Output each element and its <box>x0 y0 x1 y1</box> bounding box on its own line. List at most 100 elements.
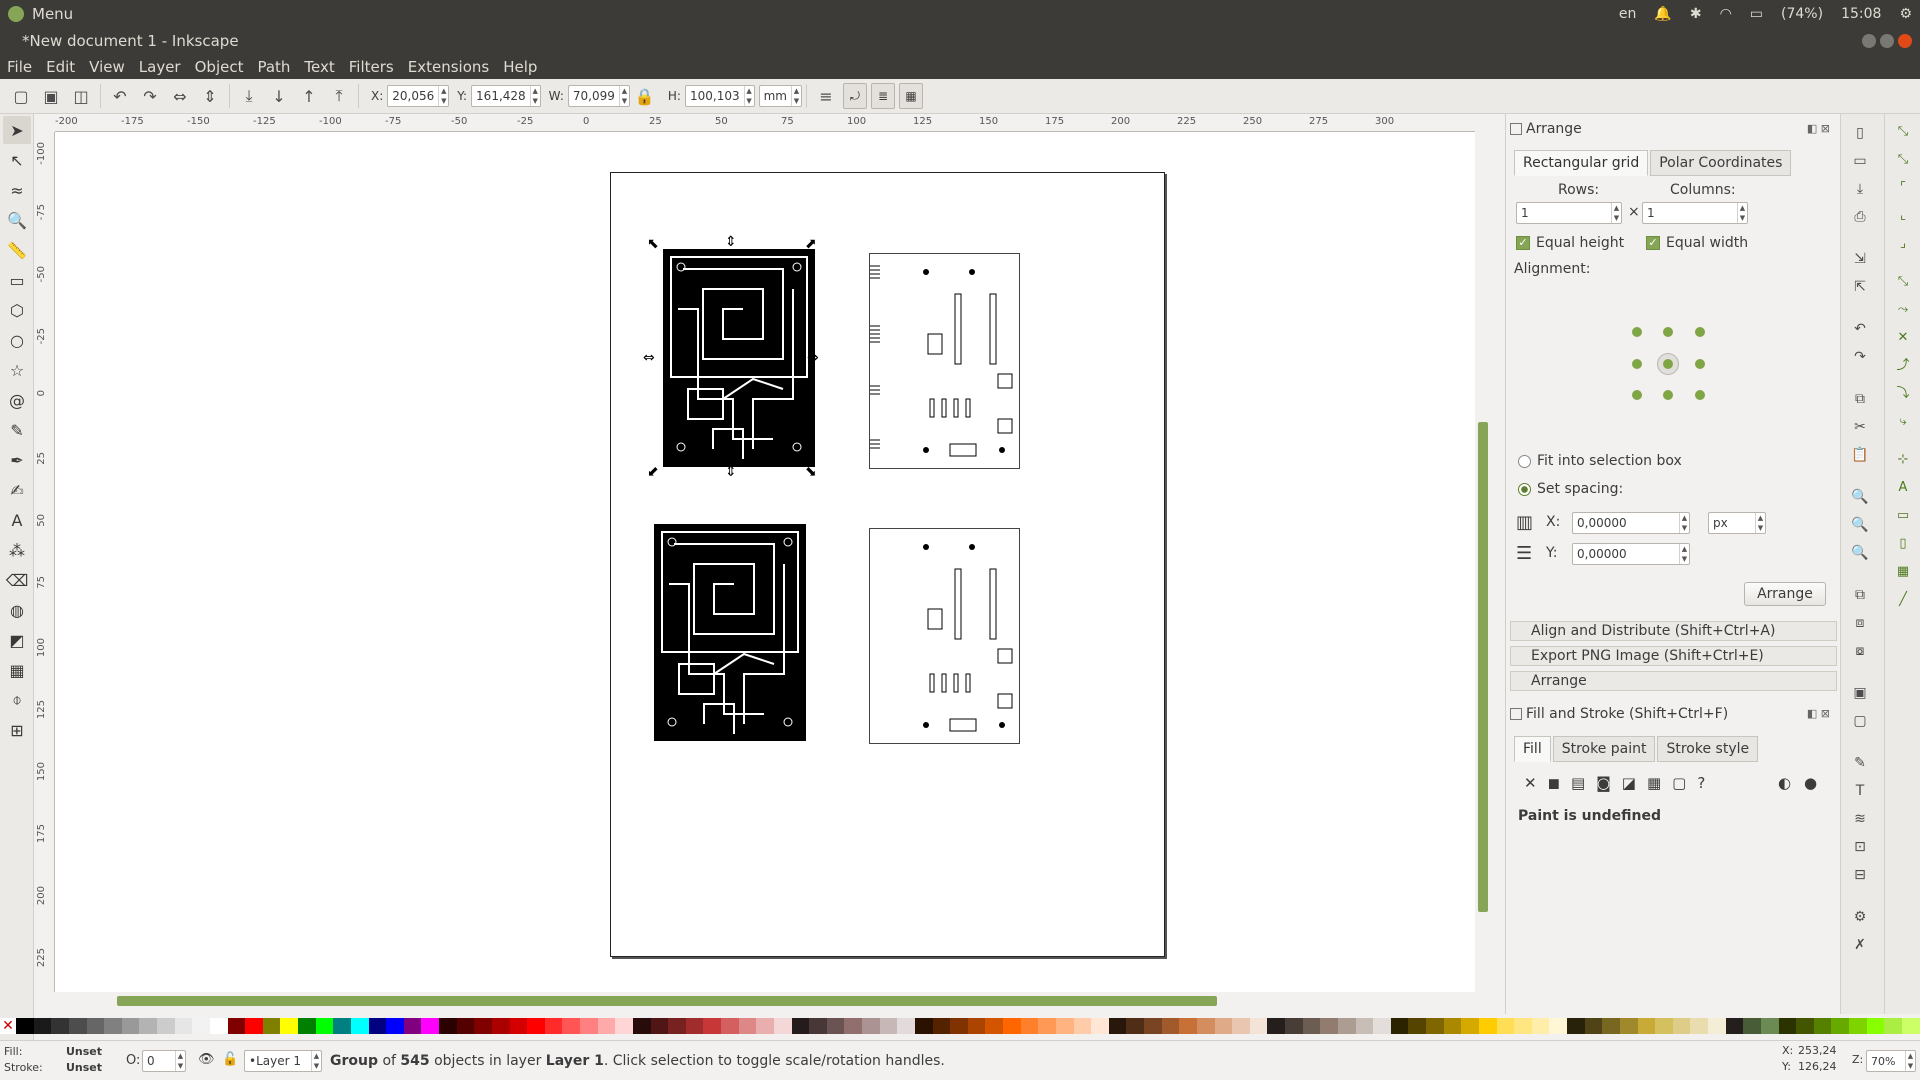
color-swatch[interactable] <box>1020 1018 1039 1034</box>
color-swatch[interactable] <box>104 1018 122 1034</box>
lock-proportions-icon[interactable]: 🔒 <box>634 85 656 107</box>
horizontal-ruler[interactable]: -200 -175 -150 -125 -100 -75 -50 -25 0 25 50 75 100 1… <box>55 114 1475 132</box>
color-swatch[interactable] <box>1390 1018 1409 1034</box>
color-swatch[interactable] <box>668 1018 686 1034</box>
equal-height-check-icon[interactable]: ✓ <box>1516 236 1530 250</box>
select-all-in-all-layers-icon[interactable]: ▣ <box>40 85 62 107</box>
color-swatch[interactable] <box>1637 1018 1656 1034</box>
color-swatch[interactable] <box>368 1018 387 1034</box>
scale-stroke-toggle-icon[interactable]: ≡ <box>815 85 837 107</box>
import-icon[interactable]: ⇲ <box>1851 250 1869 268</box>
select-all-icon[interactable]: ▢ <box>10 85 32 107</box>
color-swatch[interactable] <box>1302 1018 1321 1034</box>
star-tool-icon[interactable]: ☆ <box>3 356 31 384</box>
color-swatch[interactable] <box>685 1018 704 1034</box>
color-swatch[interactable] <box>773 1018 792 1034</box>
unit-value[interactable]: mm <box>760 89 791 103</box>
color-swatch[interactable] <box>703 1018 721 1034</box>
raise-to-top-icon[interactable]: ⤒ <box>328 85 350 107</box>
unlink-clone-icon[interactable]: ⧇ <box>1851 642 1869 660</box>
menu-filters[interactable]: Filters <box>342 58 401 76</box>
vertical-scroll-thumb[interactable] <box>1478 422 1488 912</box>
color-swatch[interactable] <box>1249 1018 1268 1034</box>
color-swatch[interactable] <box>1567 1018 1585 1034</box>
color-swatch[interactable] <box>1760 1018 1779 1034</box>
snap-bbox-edge-icon[interactable]: ⌜ <box>1893 178 1913 198</box>
settings-gear-icon[interactable]: ⚙ <box>1899 6 1912 22</box>
snap-bbox-corner-icon[interactable]: ⌞ <box>1893 206 1913 226</box>
rectangle-tool-icon[interactable]: ▭ <box>3 266 31 294</box>
x-field[interactable]: 20,056 ▲ ▼ <box>387 85 450 107</box>
snap-nodes-icon[interactable]: ⤡ <box>1893 272 1913 292</box>
spacing-y-field[interactable]: 0,00000 ▲ ▼ <box>1572 543 1690 565</box>
3d-box-tool-icon[interactable]: ⬡ <box>3 296 31 324</box>
flip-vertical-icon[interactable]: ⇕ <box>199 85 221 107</box>
menu-help[interactable]: Help <box>496 58 544 76</box>
align-top-right[interactable] <box>1695 327 1705 337</box>
menu-object[interactable]: Object <box>188 58 251 76</box>
text-tool-icon[interactable]: A <box>3 506 31 534</box>
lower-icon[interactable]: ↓ <box>268 85 290 107</box>
color-swatch[interactable] <box>1285 1018 1303 1034</box>
color-swatch[interactable] <box>897 1018 915 1034</box>
canvas[interactable]: ⬉ ⇕ ⬈ ⇔ ⇔ ⬋ ⇕ ⬊ <box>55 132 1475 992</box>
menu-extensions[interactable]: Extensions <box>401 58 496 76</box>
pattern-icon[interactable]: ▦ <box>1647 774 1661 792</box>
spray-tool-icon[interactable]: ⁂ <box>3 536 31 564</box>
columns-spin-arrows[interactable]: ▲ ▼ <box>1737 203 1747 223</box>
no-color-swatch[interactable]: ✕ <box>0 1018 16 1034</box>
color-swatch[interactable] <box>262 1018 281 1034</box>
tab-polar-coordinates[interactable]: Polar Coordinates <box>1650 150 1792 176</box>
color-swatch[interactable] <box>209 1018 228 1034</box>
opacity-arrows[interactable]: ▲ ▼ <box>175 1051 185 1071</box>
color-swatch[interactable] <box>1901 1018 1920 1034</box>
pencil-tool-icon[interactable]: ✎ <box>3 416 31 444</box>
scale-handle-bottom-right[interactable]: ⬊ <box>805 465 817 479</box>
preferences-icon[interactable]: ⚙ <box>1851 908 1869 926</box>
scale-handle-right[interactable]: ⇔ <box>807 351 819 365</box>
mesh-tool-icon[interactable]: ▦ <box>3 656 31 684</box>
color-swatch[interactable] <box>879 1018 898 1034</box>
color-swatch[interactable] <box>1884 1018 1902 1034</box>
color-swatch[interactable] <box>1778 1018 1797 1034</box>
color-swatch[interactable] <box>597 1018 616 1034</box>
spacing-x-arrows[interactable]: ▲ ▼ <box>1679 513 1689 533</box>
color-swatch[interactable] <box>932 1018 951 1034</box>
flat-color-icon[interactable]: ◼ <box>1548 774 1560 792</box>
color-swatch[interactable] <box>950 1018 968 1034</box>
flip-horizontal-icon[interactable]: ⇔ <box>169 85 191 107</box>
undo-icon[interactable]: ↶ <box>1851 320 1869 338</box>
align-top-center[interactable] <box>1663 327 1673 337</box>
menu-edit[interactable]: Edit <box>39 58 82 76</box>
move-patterns-toggle[interactable]: ▦ <box>898 83 923 109</box>
color-swatch[interactable] <box>721 1018 739 1034</box>
color-swatch[interactable] <box>1179 1018 1197 1034</box>
fill-stroke-dialog-icon[interactable]: ✎ <box>1851 754 1869 772</box>
snap-enable-icon[interactable]: ⤡ <box>1893 122 1913 142</box>
color-swatch[interactable] <box>1690 1018 1708 1034</box>
tab-stroke-paint[interactable]: Stroke paint <box>1552 736 1656 762</box>
spacing-unit-value[interactable]: px <box>1709 516 1755 530</box>
document-properties-icon[interactable]: ✗ <box>1851 936 1869 954</box>
fill-rule-evenodd-icon[interactable]: ◐ <box>1778 774 1791 792</box>
dropper-tool-icon[interactable]: ⌽ <box>3 686 31 714</box>
color-swatch[interactable] <box>227 1018 246 1034</box>
horizontal-scrollbar[interactable] <box>55 992 1475 1008</box>
x-value[interactable]: 20,056 <box>388 89 438 103</box>
ellipse-tool-icon[interactable]: ○ <box>3 326 31 354</box>
align-middle-right[interactable] <box>1695 359 1705 369</box>
spacing-unit-arrows[interactable]: ▲ ▼ <box>1755 513 1765 533</box>
stroke-indicator-value[interactable]: Unset <box>66 1061 102 1074</box>
measure-tool-icon[interactable]: 📏 <box>3 236 31 264</box>
color-swatch[interactable] <box>562 1018 580 1034</box>
ungroup-icon[interactable]: ▢ <box>1851 712 1869 730</box>
paint-bucket-tool-icon[interactable]: ◍ <box>3 596 31 624</box>
unset-paint-icon[interactable]: ? <box>1697 774 1705 792</box>
color-swatch[interactable] <box>1161 1018 1180 1034</box>
mesh-gradient-icon[interactable]: ◪ <box>1622 774 1636 792</box>
color-swatch[interactable] <box>615 1018 633 1034</box>
color-swatch[interactable] <box>1320 1018 1338 1034</box>
align-distribute-panel[interactable]: Align and Distribute (Shift+Ctrl+A) <box>1510 621 1837 641</box>
color-swatch[interactable] <box>1108 1018 1127 1034</box>
color-swatch[interactable] <box>1073 1018 1092 1034</box>
